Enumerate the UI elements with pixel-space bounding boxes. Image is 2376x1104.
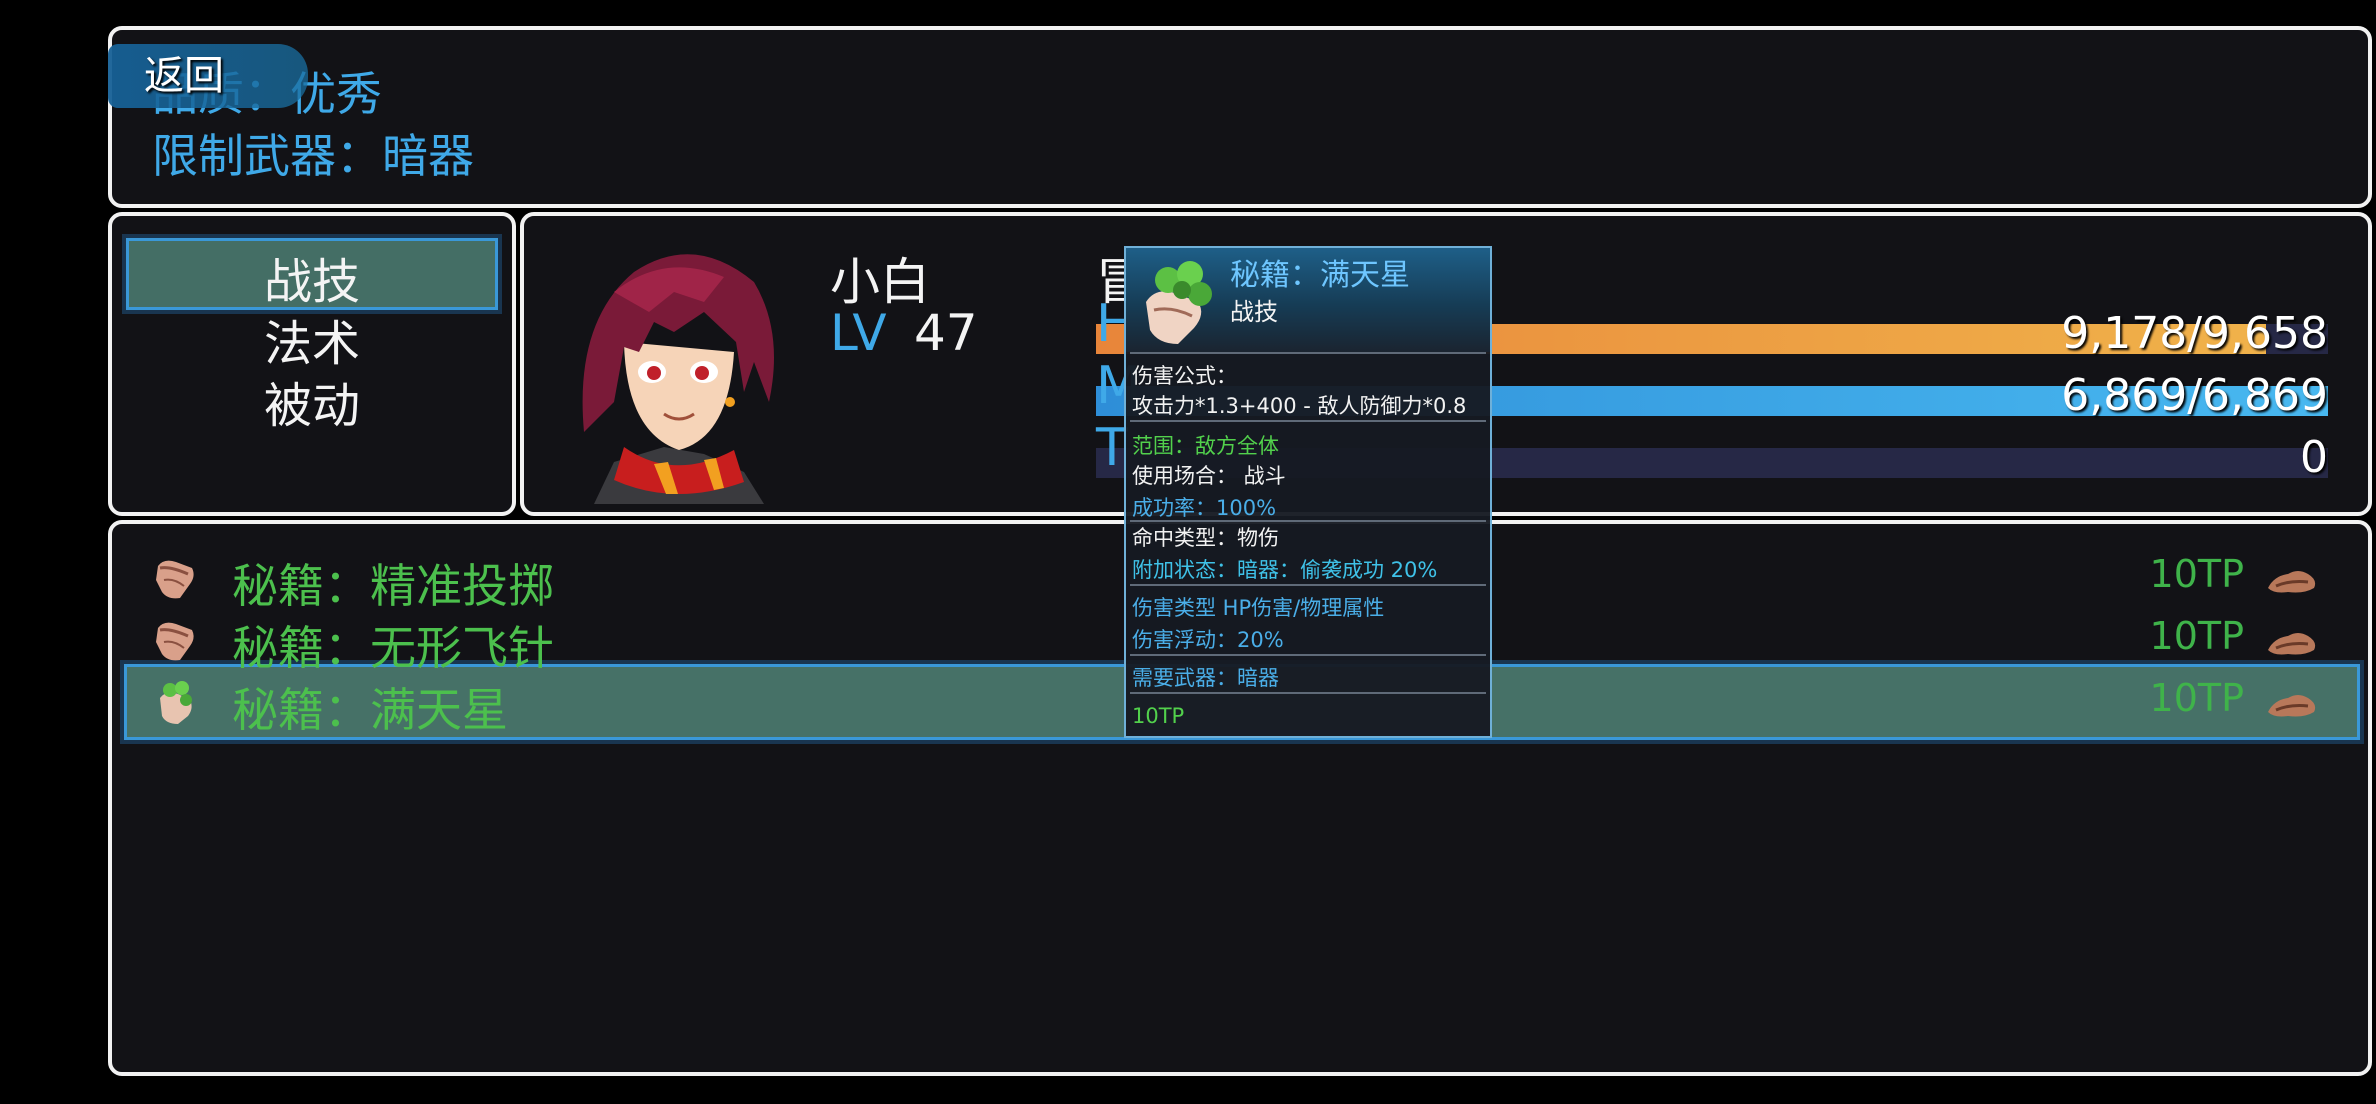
mp-value: 6,869/6,869	[2061, 370, 2328, 421]
category-combat-skill[interactable]: 战技	[112, 242, 512, 312]
skill-name: 秘籍：满天星	[232, 683, 508, 737]
tooltip-add-state: 附加状态：暗器：偷袭成功 20%	[1132, 558, 1438, 582]
back-button[interactable]: 返回	[108, 44, 308, 108]
tooltip-header: 秘籍：满天星 战技	[1126, 248, 1490, 352]
tooltip-skill-type: 战技	[1230, 298, 1278, 326]
level-value: 47	[914, 304, 978, 362]
tooltip-hit-type: 命中类型：物伤	[1132, 526, 1279, 550]
tooltip-divider	[1130, 352, 1486, 354]
tooltip-cost: 10TP	[1132, 704, 1185, 728]
tp-label: T	[1096, 418, 1128, 478]
tooltip-damage-type: 伤害类型 HP伤害/物理属性	[1132, 596, 1385, 620]
category-passive[interactable]: 被动	[112, 366, 512, 436]
scroll-icon	[156, 622, 194, 661]
item-info-window: 品质：优秀 限制武器：暗器	[108, 26, 2372, 208]
clover-scroll-icon	[1146, 261, 1212, 344]
skill-cost: 10TP	[2149, 614, 2244, 658]
tooltip-divider	[1130, 584, 1486, 586]
tooltip-divider	[1130, 420, 1486, 422]
tooltip-success-rate: 成功率：100%	[1132, 496, 1277, 520]
level-label: LV	[830, 304, 887, 362]
tooltip-skill-name: 秘籍：满天星	[1230, 258, 1410, 293]
scroll-icon	[156, 560, 194, 599]
tooltip-divider	[1130, 654, 1486, 656]
tp-icon	[2268, 571, 2316, 593]
tooltip-formula-label: 伤害公式：	[1132, 364, 1237, 388]
tooltip-scope: 范围：敌方全体	[1132, 434, 1279, 458]
tooltip-occasion: 使用场合： 战斗	[1132, 464, 1286, 488]
skill-name: 秘籍：精准投掷	[232, 559, 554, 613]
skill-category-window: 战技 法术 被动	[108, 212, 516, 516]
tp-icon	[2268, 633, 2316, 655]
tooltip-formula: 攻击力*1.3+400 - 敌人防御力*0.8	[1132, 394, 1467, 418]
skill-cost: 10TP	[2149, 552, 2244, 596]
tp-value: 0	[2300, 432, 2328, 483]
tooltip-divider	[1130, 692, 1486, 694]
weapon-restriction-text: 限制武器：暗器	[152, 129, 474, 183]
tooltip-variance: 伤害浮动：20%	[1132, 628, 1284, 652]
skill-name: 秘籍：无形飞针	[232, 621, 554, 675]
skill-cost: 10TP	[2149, 676, 2244, 720]
tp-icon	[2268, 695, 2316, 717]
actor-portrait	[582, 254, 774, 504]
clover-scroll-icon	[160, 681, 192, 724]
hp-value: 9,178/9,658	[2061, 308, 2328, 359]
skill-tooltip: 秘籍：满天星 战技 伤害公式： 攻击力*1.3+400 - 敌人防御力*0.8 …	[1124, 246, 1492, 738]
tooltip-required-weapon: 需要武器：暗器	[1132, 666, 1279, 690]
category-magic[interactable]: 法术	[112, 304, 512, 374]
